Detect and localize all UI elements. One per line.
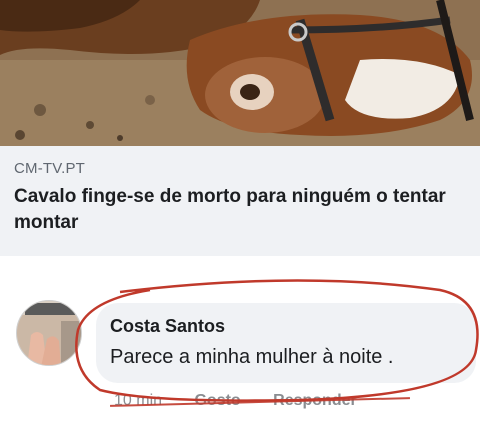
comment-time[interactable]: 10 min [114, 392, 162, 410]
profile-avatar-icon [17, 301, 81, 365]
comment-author[interactable]: Costa Santos [110, 316, 225, 337]
post-photo[interactable] [0, 0, 480, 146]
divider [0, 256, 480, 296]
comment-bubble [96, 303, 476, 383]
horse-photo-icon [0, 0, 480, 146]
avatar[interactable] [16, 300, 82, 366]
link-domain: CM-TV.PT [14, 160, 86, 177]
comment-text: Parece a minha mulher à noite . [110, 346, 394, 368]
link-headline[interactable]: Cavalo finge-se de morto para ninguém o … [14, 184, 469, 236]
link-preview[interactable]: CM-TV.PT Cavalo finge-se de morto para n… [0, 146, 480, 256]
